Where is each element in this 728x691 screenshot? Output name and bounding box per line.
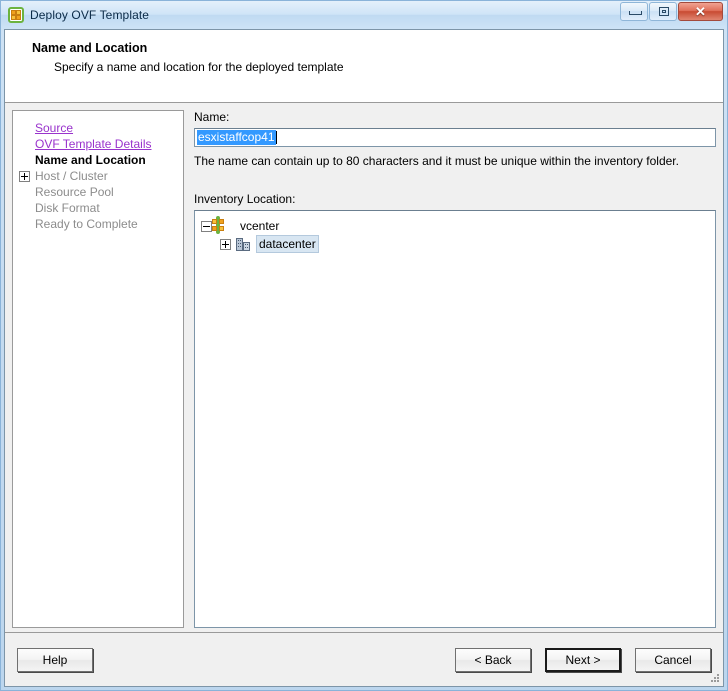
tree-row[interactable]: vcenter [201,216,715,235]
text-caret [275,131,277,144]
maximize-button[interactable] [649,2,677,21]
sidebar-item-label: Name and Location [35,153,146,167]
datacenter-building-icon [235,236,251,252]
sidebar-item-label: Ready to Complete [35,217,138,231]
tree-item-label: datacenter [256,235,319,253]
name-hint-text: The name can contain up to 80 characters… [194,154,679,168]
sidebar-item-resource-pool[interactable]: Resource Pool [13,184,183,200]
sidebar-item-name-and-location[interactable]: Name and Location [13,152,183,168]
window-title: Deploy OVF Template [30,8,150,22]
plus-expander-icon[interactable] [19,170,30,182]
page-title: Name and Location [32,41,148,55]
page-subtitle: Specify a name and location for the depl… [54,60,344,74]
help-button[interactable]: Help [17,647,93,672]
dialog-body: Source OVF Template Details Name and Loc… [5,103,723,632]
name-input[interactable]: esxistaffcop41 [194,128,716,147]
back-button[interactable]: < Back [455,647,531,672]
sidebar-item-disk-format[interactable]: Disk Format [13,200,183,216]
sidebar-item-source[interactable]: Source [13,120,183,136]
inventory-location-label: Inventory Location: [194,192,296,206]
tree-item-label: vcenter [240,219,280,233]
deploy-ovf-template-window: Deploy OVF Template ✕ Name and Location … [0,0,728,691]
dialog-client-area: Name and Location Specify a name and loc… [4,29,724,687]
sidebar-item-label: Resource Pool [35,185,114,199]
vsphere-logo-icon [8,7,24,23]
wizard-header: Name and Location Specify a name and loc… [5,30,723,103]
close-button[interactable]: ✕ [678,2,723,21]
plus-expander-icon[interactable] [220,238,231,250]
window-controls: ✕ [619,2,723,21]
sidebar-item-label[interactable]: OVF Template Details [35,136,152,152]
sidebar-item-ready-to-complete[interactable]: Ready to Complete [13,216,183,232]
minus-expander-icon[interactable] [201,220,212,232]
inventory-tree[interactable]: vcenter datacenter [194,210,716,628]
wizard-content-panel: Name: esxistaffcop41 The name can contai… [194,110,716,628]
maximize-icon [659,7,669,16]
wizard-steps-panel: Source OVF Template Details Name and Loc… [12,110,184,628]
tree-row[interactable]: datacenter [201,235,715,253]
sidebar-item-label[interactable]: Source [35,120,73,136]
name-input-value: esxistaffcop41 [197,130,276,145]
footer-actions: < Back Next > Cancel [455,647,711,672]
close-icon: ✕ [695,4,706,19]
sidebar-item-label: Host / Cluster [35,169,108,183]
minimize-icon [629,11,642,15]
sidebar-item-label: Disk Format [35,201,100,215]
sidebar-item-ovf-template-details[interactable]: OVF Template Details [13,136,183,152]
minimize-button[interactable] [620,2,648,21]
title-bar[interactable]: Deploy OVF Template ✕ [1,1,727,29]
dialog-footer: Help < Back Next > Cancel [5,632,723,686]
name-label: Name: [194,110,230,124]
next-button[interactable]: Next > [545,647,621,672]
cancel-button[interactable]: Cancel [635,647,711,672]
vsphere-logo-icon [212,216,232,234]
resize-grip[interactable] [709,672,721,684]
sidebar-item-host-cluster[interactable]: Host / Cluster [13,168,183,184]
